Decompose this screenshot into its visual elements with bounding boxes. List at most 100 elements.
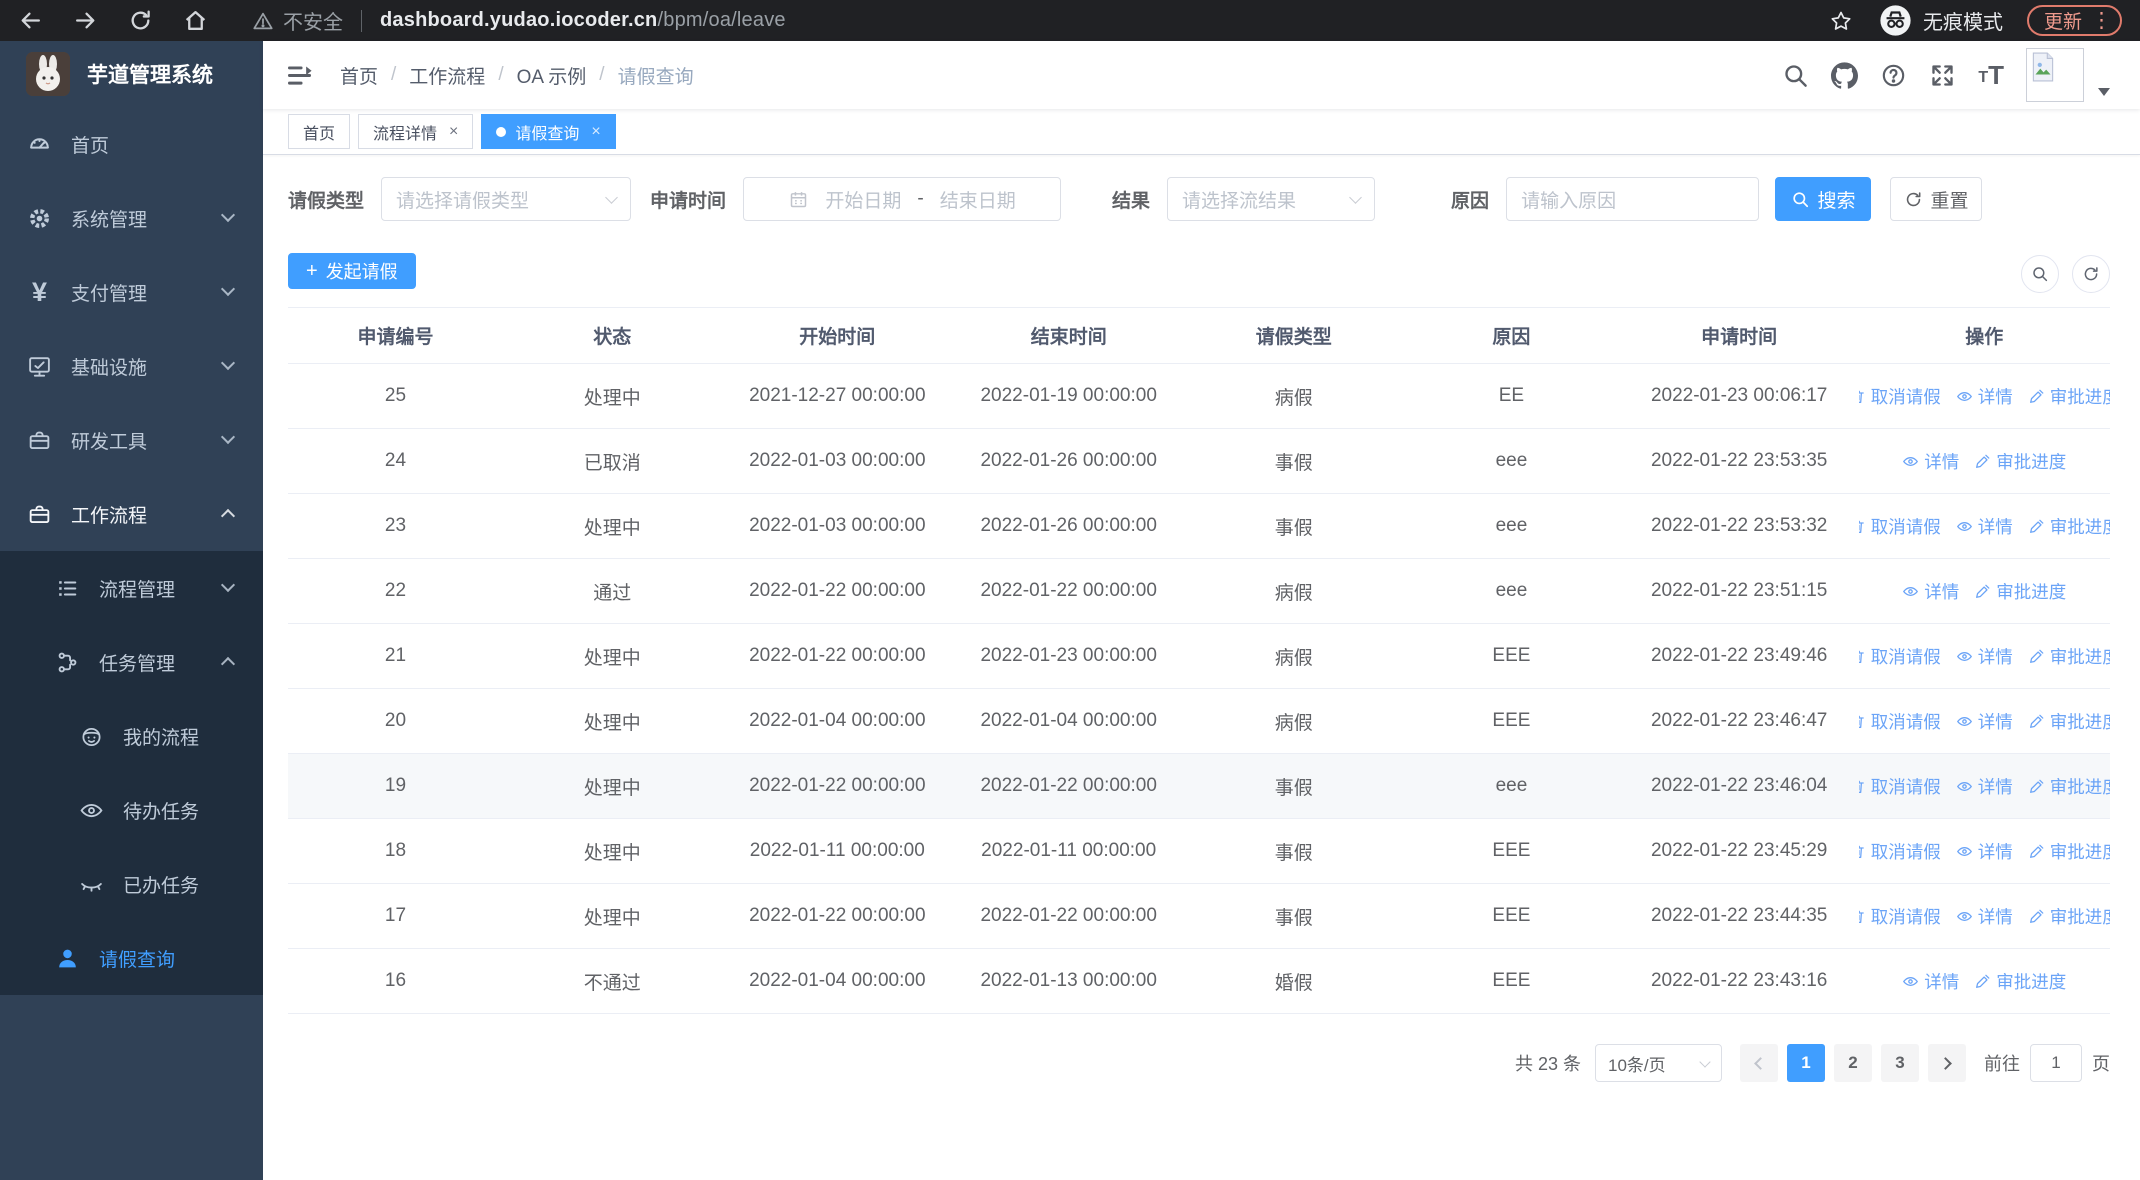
cancel-leave-link[interactable]: 取消请假 bbox=[1858, 514, 1941, 539]
detail-link[interactable]: 详情 bbox=[1956, 644, 2013, 669]
approval-progress-link[interactable]: 审批进度 bbox=[2028, 904, 2110, 929]
hamburger-icon[interactable] bbox=[285, 61, 314, 90]
detail-link[interactable]: 详情 bbox=[1902, 449, 1959, 474]
sidebar-item-infrastructure[interactable]: 基础设施 bbox=[0, 329, 263, 403]
trash-icon bbox=[1858, 648, 1866, 665]
browser-update-button[interactable]: 更新 ⋮ bbox=[2026, 5, 2122, 36]
reload-icon[interactable] bbox=[128, 8, 153, 33]
detail-link[interactable]: 详情 bbox=[1956, 839, 2013, 864]
detail-link[interactable]: 详情 bbox=[1956, 709, 2013, 734]
approval-progress-link[interactable]: 审批进度 bbox=[1974, 579, 2066, 604]
approval-progress-link[interactable]: 审批进度 bbox=[1974, 969, 2066, 994]
cell-type: 病假 bbox=[1274, 387, 1313, 409]
app-logo[interactable]: 芋道管理系统 bbox=[0, 41, 263, 107]
avatar-caret-icon[interactable] bbox=[2098, 88, 2110, 96]
sidebar-item-system-mgmt[interactable]: 系统管理 bbox=[0, 181, 263, 255]
result-label: 结果 bbox=[1112, 190, 1151, 212]
forward-icon[interactable] bbox=[73, 8, 98, 33]
github-icon[interactable] bbox=[1831, 61, 1859, 89]
update-label: 更新 bbox=[2043, 12, 2082, 33]
cancel-leave-link[interactable]: 取消请假 bbox=[1858, 644, 1941, 669]
table-row: 24 已取消 2022-01-03 00:00:00 2022-01-26 00:00… bbox=[288, 429, 2110, 494]
cell-start: 2022-01-22 00:00:00 bbox=[749, 645, 926, 666]
detail-link[interactable]: 详情 bbox=[1902, 579, 1959, 604]
approval-progress-link[interactable]: 审批进度 bbox=[2028, 384, 2110, 409]
cancel-leave-label: 取消请假 bbox=[1870, 841, 1941, 862]
approval-progress-link[interactable]: 审批进度 bbox=[2028, 644, 2110, 669]
help-icon[interactable] bbox=[1880, 62, 1907, 89]
sidebar-item-workflow[interactable]: 工作流程 bbox=[0, 477, 263, 551]
create-leave-button[interactable]: + 发起请假 bbox=[288, 253, 416, 289]
broken-image-icon bbox=[2030, 52, 2056, 82]
font-size-icon[interactable]: TT bbox=[1978, 62, 2004, 88]
cancel-leave-link[interactable]: 取消请假 bbox=[1858, 904, 1941, 929]
prev-page-button[interactable] bbox=[1740, 1044, 1778, 1082]
apply-time-range-picker[interactable]: 开始日期 - 结束日期 bbox=[743, 177, 1062, 221]
bookmark-star-icon[interactable] bbox=[1829, 9, 1853, 33]
approval-progress-link[interactable]: 审批进度 bbox=[1974, 449, 2066, 474]
browser-menu-icon[interactable]: ⋮ bbox=[2091, 10, 2112, 31]
detail-link[interactable]: 详情 bbox=[1956, 774, 2013, 799]
table-search-toggle-button[interactable] bbox=[2021, 255, 2059, 293]
close-icon[interactable]: × bbox=[449, 123, 458, 140]
close-icon[interactable]: × bbox=[591, 123, 600, 140]
reason-input[interactable]: 请输入原因 bbox=[1506, 177, 1760, 221]
goto-page-input[interactable]: 1 bbox=[2030, 1044, 2082, 1082]
sidebar-item-payment-mgmt[interactable]: ¥ 支付管理 bbox=[0, 255, 263, 329]
goto-page: 前往 1 页 bbox=[1984, 1044, 2110, 1082]
table-refresh-button[interactable] bbox=[2072, 255, 2110, 293]
sidebar-item-done-tasks[interactable]: 已办任务 bbox=[0, 847, 263, 921]
reset-button[interactable]: 重置 bbox=[1890, 177, 1983, 221]
detail-link[interactable]: 详情 bbox=[1956, 904, 2013, 929]
sidebar-item-my-process[interactable]: 我的流程 bbox=[0, 699, 263, 773]
approval-progress-link[interactable]: 审批进度 bbox=[2028, 709, 2110, 734]
cell-status: 处理中 bbox=[583, 842, 641, 864]
detail-link[interactable]: 详情 bbox=[1902, 969, 1959, 994]
site-security[interactable]: 不安全 bbox=[252, 6, 343, 35]
sidebar-item-dev-tools[interactable]: 研发工具 bbox=[0, 403, 263, 477]
address-bar[interactable]: dashboard.yudao.iocoder.cn/bpm/oa/leave bbox=[380, 9, 786, 32]
header-search-icon[interactable] bbox=[1782, 62, 1809, 89]
cell-status: 处理中 bbox=[583, 517, 641, 539]
active-dot-icon bbox=[496, 126, 507, 137]
page-size-select[interactable]: 10条/页 bbox=[1595, 1044, 1722, 1082]
breadcrumb-item[interactable]: 首页 bbox=[340, 62, 378, 89]
leave-type-select[interactable]: 请选择请假类型 bbox=[381, 177, 632, 221]
fullscreen-icon[interactable] bbox=[1929, 62, 1956, 89]
breadcrumb-item[interactable]: 工作流程 bbox=[409, 62, 485, 89]
cell-id: 17 bbox=[384, 905, 407, 926]
breadcrumb-item[interactable]: OA 示例 bbox=[517, 62, 587, 89]
home-icon[interactable] bbox=[183, 8, 208, 33]
detail-link[interactable]: 详情 bbox=[1956, 514, 2013, 539]
column-header: 开始时间 bbox=[799, 327, 876, 348]
sidebar-item-leave-query[interactable]: 请假查询 bbox=[0, 921, 263, 995]
tab-请假查询[interactable]: 请假查询 × bbox=[481, 114, 616, 149]
sidebar-item-home[interactable]: 首页 bbox=[0, 107, 263, 181]
sidebar-item-task-mgmt[interactable]: 任务管理 bbox=[0, 625, 263, 699]
next-page-button[interactable] bbox=[1928, 1044, 1966, 1082]
goto-label: 前往 bbox=[1984, 1054, 2020, 1074]
url-host: dashboard.yudao.iocoder.cn bbox=[380, 9, 658, 31]
approval-progress-link[interactable]: 审批进度 bbox=[2028, 774, 2110, 799]
result-select[interactable]: 请选择流结果 bbox=[1167, 177, 1376, 221]
user-avatar[interactable] bbox=[2026, 48, 2084, 102]
page-button-1[interactable]: 1 bbox=[1787, 1044, 1825, 1082]
sidebar-item-todo-tasks[interactable]: 待办任务 bbox=[0, 773, 263, 847]
cancel-leave-link[interactable]: 取消请假 bbox=[1858, 839, 1941, 864]
approval-progress-link[interactable]: 审批进度 bbox=[2028, 514, 2110, 539]
cell-actions: 详情 审批进度 bbox=[1859, 449, 2110, 474]
back-icon[interactable] bbox=[18, 8, 43, 33]
detail-link[interactable]: 详情 bbox=[1956, 384, 2013, 409]
sidebar-item-process-mgmt[interactable]: 流程管理 bbox=[0, 551, 263, 625]
search-button[interactable]: 搜索 bbox=[1775, 177, 1872, 221]
tab-首页[interactable]: 首页 bbox=[288, 114, 351, 149]
refresh-icon bbox=[2082, 265, 2100, 283]
tab-流程详情[interactable]: 流程详情 × bbox=[358, 114, 474, 149]
page-button-2[interactable]: 2 bbox=[1834, 1044, 1872, 1082]
cancel-leave-link[interactable]: 取消请假 bbox=[1858, 384, 1941, 409]
page-button-3[interactable]: 3 bbox=[1881, 1044, 1919, 1082]
cell-reason: eee bbox=[1495, 450, 1528, 471]
approval-progress-link[interactable]: 审批进度 bbox=[2028, 839, 2110, 864]
cancel-leave-link[interactable]: 取消请假 bbox=[1858, 709, 1941, 734]
cancel-leave-link[interactable]: 取消请假 bbox=[1858, 774, 1941, 799]
